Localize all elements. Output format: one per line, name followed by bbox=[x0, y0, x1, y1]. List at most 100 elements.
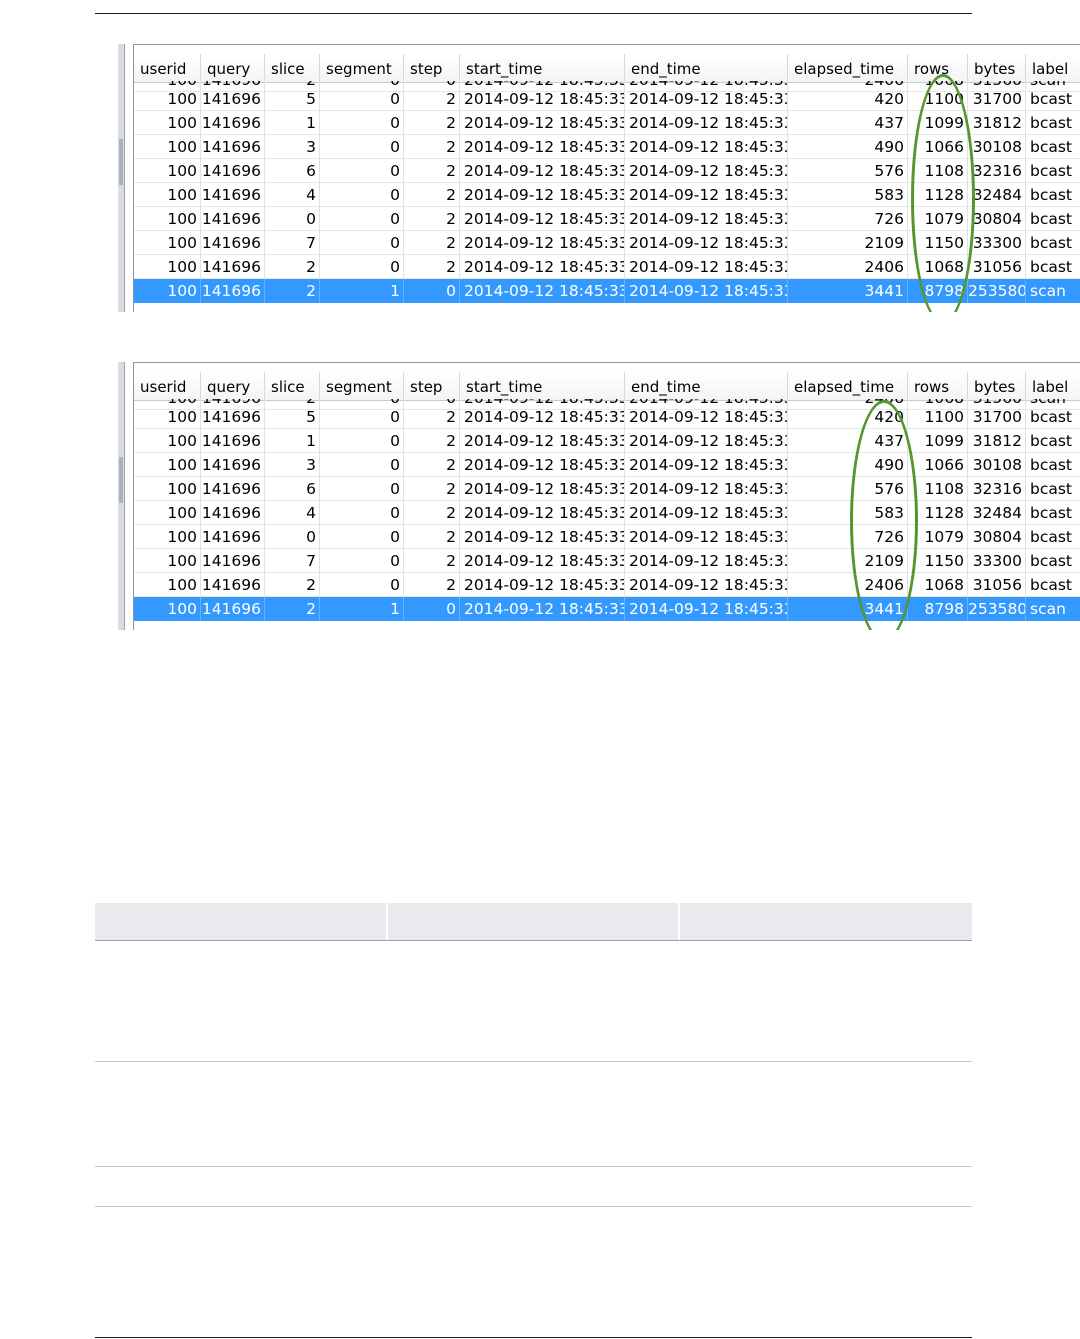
cell-label[interactable]: bcast bbox=[1026, 405, 1080, 429]
column-header-end-time[interactable]: end_time bbox=[625, 372, 788, 400]
cell-end-time[interactable]: 2014-09-12 18:45:33 bbox=[625, 231, 788, 255]
cell-label[interactable]: bcast bbox=[1026, 183, 1080, 207]
cell-step[interactable]: 2 bbox=[404, 549, 460, 573]
cell-label[interactable]: bcast bbox=[1026, 135, 1080, 159]
table-row[interactable]: 100 141696 4 0 2 2014-09-12 18:45:33 2014-09-1… bbox=[134, 183, 1080, 207]
cell-bytes[interactable]: 31056 bbox=[968, 255, 1026, 279]
cell-start-time[interactable]: 2014-09-12 18:45:33 bbox=[460, 453, 625, 477]
column-header-userid[interactable]: userid bbox=[134, 54, 201, 82]
cell-label[interactable]: bcast bbox=[1026, 573, 1080, 597]
cell-step[interactable]: 2 bbox=[404, 135, 460, 159]
cell-step[interactable]: 2 bbox=[404, 87, 460, 111]
column-header-step[interactable]: step bbox=[404, 54, 460, 82]
cell-slice[interactable]: 4 bbox=[265, 501, 320, 525]
cell-step[interactable]: 2 bbox=[404, 525, 460, 549]
cell-userid[interactable]: 100 bbox=[134, 573, 201, 597]
cell-slice[interactable]: 3 bbox=[265, 453, 320, 477]
cell-start-time[interactable]: 2014-09-12 18:45:33 bbox=[460, 477, 625, 501]
cell-end-time[interactable]: 2014-09-12 18:45:33 bbox=[625, 525, 788, 549]
column-header-start-time[interactable]: start_time bbox=[460, 372, 625, 400]
column-header-label[interactable]: label bbox=[1026, 54, 1080, 82]
cell-segment[interactable]: 0 bbox=[320, 525, 404, 549]
cell-query[interactable]: 141696 bbox=[201, 159, 265, 183]
cell-userid[interactable]: 100 bbox=[134, 207, 201, 231]
cell-elapsed-time[interactable]: 3441 bbox=[788, 597, 908, 621]
cell-start-time[interactable]: 2014-09-12 18:45:33 bbox=[460, 207, 625, 231]
cell-segment[interactable]: 0 bbox=[320, 429, 404, 453]
cell-slice[interactable]: 2 bbox=[265, 573, 320, 597]
cell-rows[interactable]: 1100 bbox=[908, 87, 968, 111]
cell-label[interactable]: scan bbox=[1026, 279, 1080, 303]
cell-start-time[interactable]: 2014-09-12 18:45:33 bbox=[460, 159, 625, 183]
cell-slice[interactable]: 5 bbox=[265, 87, 320, 111]
cell-query[interactable]: 141696 bbox=[201, 501, 265, 525]
cell-end-time[interactable]: 2014-09-12 18:45:33 bbox=[625, 549, 788, 573]
cell-end-time[interactable]: 2014-09-12 18:45:33 bbox=[625, 159, 788, 183]
cell-query[interactable]: 141696 bbox=[201, 405, 265, 429]
cell-segment[interactable]: 0 bbox=[320, 501, 404, 525]
cell-end-time[interactable]: 2014-09-12 18:45:33 bbox=[625, 135, 788, 159]
cell-elapsed-time[interactable]: 726 bbox=[788, 525, 908, 549]
cell-userid[interactable]: 100 bbox=[134, 525, 201, 549]
table-row[interactable]: 100 141696 2 0 2 2014-09-12 18:45:33 2014-09-1… bbox=[134, 255, 1080, 279]
column-header-segment[interactable]: segment bbox=[320, 372, 404, 400]
column-header-slice[interactable]: slice bbox=[265, 54, 320, 82]
cell-label[interactable]: bcast bbox=[1026, 477, 1080, 501]
cell-elapsed-time[interactable]: 2109 bbox=[788, 231, 908, 255]
cell-step[interactable]: 2 bbox=[404, 501, 460, 525]
cell-slice[interactable]: 5 bbox=[265, 405, 320, 429]
cell-elapsed-time[interactable]: 3441 bbox=[788, 279, 908, 303]
cell-step[interactable]: 2 bbox=[404, 111, 460, 135]
cell-elapsed-time[interactable]: 490 bbox=[788, 453, 908, 477]
cell-query[interactable]: 141696 bbox=[201, 549, 265, 573]
cell-end-time[interactable]: 2014-09-12 18:45:33 bbox=[625, 501, 788, 525]
cell-query[interactable]: 141696 bbox=[201, 255, 265, 279]
cell-userid[interactable]: 100 bbox=[134, 255, 201, 279]
table-row[interactable]: 100 141696 4 0 2 2014-09-12 18:45:33 2014-09-1… bbox=[134, 501, 1080, 525]
table-row[interactable]: 100 141696 7 0 2 2014-09-12 18:45:33 2014-09-1… bbox=[134, 231, 1080, 255]
cell-end-time[interactable]: 2014-09-12 18:45:33 bbox=[625, 279, 788, 303]
cell-segment[interactable]: 0 bbox=[320, 159, 404, 183]
cell-slice[interactable]: 2 bbox=[265, 279, 320, 303]
cell-slice[interactable]: 6 bbox=[265, 477, 320, 501]
cell-bytes[interactable]: 32316 bbox=[968, 477, 1026, 501]
cell-rows[interactable]: 1100 bbox=[908, 405, 968, 429]
cell-bytes[interactable]: 30804 bbox=[968, 207, 1026, 231]
cell-query[interactable]: 141696 bbox=[201, 207, 265, 231]
cell-bytes[interactable]: 33300 bbox=[968, 231, 1026, 255]
column-header-start-time[interactable]: start_time bbox=[460, 54, 625, 82]
cell-elapsed-time[interactable]: 490 bbox=[788, 135, 908, 159]
cell-userid[interactable]: 100 bbox=[134, 231, 201, 255]
cell-start-time[interactable]: 2014-09-12 18:45:33 bbox=[460, 501, 625, 525]
cell-start-time[interactable]: 2014-09-12 18:45:33 bbox=[460, 525, 625, 549]
cell-rows[interactable]: 1068 bbox=[908, 255, 968, 279]
cell-end-time[interactable]: 2014-09-12 18:45:33 bbox=[625, 477, 788, 501]
cell-label[interactable]: bcast bbox=[1026, 87, 1080, 111]
cell-start-time[interactable]: 2014-09-12 18:45:33 bbox=[460, 135, 625, 159]
column-header-rows[interactable]: rows bbox=[908, 54, 968, 82]
table-row[interactable]: 100 141696 0 0 2 2014-09-12 18:45:33 2014-09-1… bbox=[134, 207, 1080, 231]
cell-query[interactable]: 141696 bbox=[201, 111, 265, 135]
cell-elapsed-time[interactable]: 576 bbox=[788, 477, 908, 501]
column-header-elapsed-time[interactable]: elapsed_time bbox=[788, 54, 908, 82]
table-row[interactable]: 100 141696 2 0 2 2014-09-12 18:45:33 2014-09-1… bbox=[134, 573, 1080, 597]
column-header-segment[interactable]: segment bbox=[320, 54, 404, 82]
cell-userid[interactable]: 100 bbox=[134, 183, 201, 207]
cell-userid[interactable]: 100 bbox=[134, 405, 201, 429]
cell-elapsed-time[interactable]: 420 bbox=[788, 405, 908, 429]
column-header-bytes[interactable]: bytes bbox=[968, 372, 1026, 400]
cell-elapsed-time[interactable]: 2406 bbox=[788, 573, 908, 597]
cell-elapsed-time[interactable]: 2406 bbox=[788, 255, 908, 279]
cell-label[interactable]: bcast bbox=[1026, 159, 1080, 183]
cell-userid[interactable]: 100 bbox=[134, 453, 201, 477]
cell-bytes[interactable]: 32484 bbox=[968, 501, 1026, 525]
cell-label[interactable]: bcast bbox=[1026, 525, 1080, 549]
cell-userid[interactable]: 100 bbox=[134, 87, 201, 111]
cell-slice[interactable]: 2 bbox=[265, 597, 320, 621]
cell-rows[interactable]: 1150 bbox=[908, 231, 968, 255]
cell-label[interactable]: bcast bbox=[1026, 255, 1080, 279]
column-header-query[interactable]: query bbox=[201, 372, 265, 400]
cell-end-time[interactable]: 2014-09-12 18:45:33 bbox=[625, 429, 788, 453]
cell-label[interactable]: scan bbox=[1026, 597, 1080, 621]
cell-query[interactable]: 141696 bbox=[201, 279, 265, 303]
